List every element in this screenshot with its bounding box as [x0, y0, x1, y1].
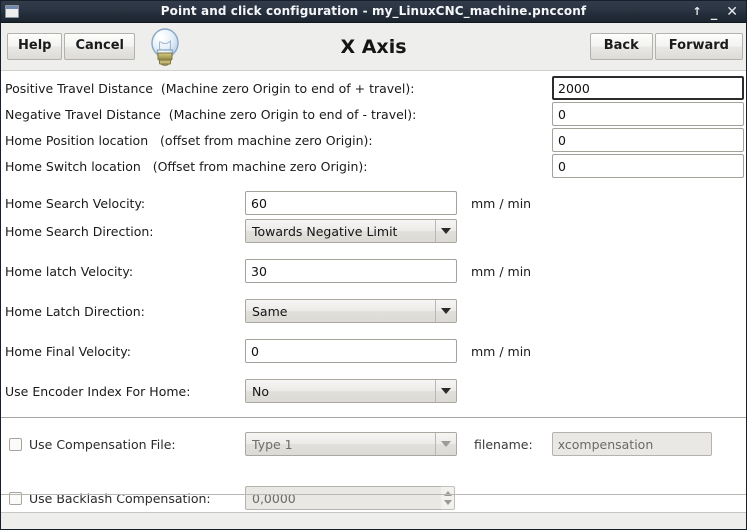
chevron-down-icon[interactable] [435, 380, 456, 402]
home-search-velocity-row: Home Search Velocity: 60 mm / min [1, 189, 746, 217]
spinner-down-icon[interactable] [443, 500, 452, 505]
chevron-down-icon[interactable] [435, 300, 456, 322]
window-title: Point and click configuration - my_Linux… [160, 4, 587, 18]
section-divider [1, 417, 746, 418]
encoder-index-select[interactable]: No [245, 379, 457, 403]
table-row: Negative Travel Distance (Machine zero O… [1, 101, 746, 127]
negative-travel-input[interactable]: 0 [552, 102, 744, 126]
compensation-section: Use Compensation File: Type 1 filename: … [1, 429, 746, 512]
forward-button[interactable]: Forward [654, 33, 743, 60]
home-switch-label: Home Switch location (Offset from machin… [5, 158, 368, 174]
compensation-filename-input[interactable]: xcompensation [551, 432, 712, 456]
home-latch-direction-label: Home Latch Direction: [5, 303, 145, 319]
table-row: Home Position location (offset from mach… [1, 127, 746, 153]
home-latch-velocity-input[interactable]: 30 [245, 259, 457, 283]
backlash-value-input[interactable]: 0,0000 [245, 486, 441, 510]
home-search-direction-value: Towards Negative Limit [252, 223, 398, 239]
positive-travel-input[interactable]: 2000 [552, 76, 744, 100]
compensation-type-select[interactable]: Type 1 [245, 432, 457, 456]
positive-travel-label: Positive Travel Distance (Machine zero O… [5, 80, 415, 96]
home-position-input[interactable]: 0 [552, 128, 744, 152]
use-compensation-file-checkbox[interactable] [9, 437, 22, 451]
chevron-down-icon[interactable] [435, 433, 456, 455]
home-final-velocity-unit: mm / min [471, 343, 532, 359]
home-position-label: Home Position location (offset from mach… [5, 132, 373, 148]
backlash-spinner[interactable]: 0,0000 [245, 486, 455, 510]
home-search-direction-label: Home Search Direction: [5, 223, 154, 239]
toolbar: Help Cancel X Axis Back Forward [1, 23, 746, 71]
home-latch-velocity-row: Home latch Velocity: 30 mm / min [1, 257, 746, 285]
homing-section: Home Search Velocity: 60 mm / min Home S… [1, 189, 746, 405]
lightbulb-icon[interactable] [143, 25, 187, 69]
home-search-direction-row: Home Search Direction: Towards Negative … [1, 217, 746, 245]
home-search-velocity-unit: mm / min [471, 195, 532, 211]
compensation-type-value: Type 1 [252, 436, 293, 452]
filename-label: filename: [474, 436, 533, 452]
back-button[interactable]: Back [589, 33, 653, 60]
encoder-index-value: No [252, 383, 269, 399]
home-final-velocity-row: Home Final Velocity: 0 mm / min [1, 337, 746, 365]
backlash-spinner-buttons[interactable] [441, 486, 455, 510]
encoder-index-label: Use Encoder Index For Home: [5, 383, 191, 399]
home-latch-velocity-unit: mm / min [471, 263, 532, 279]
use-backlash-row: Use Backlash Compensation: 0,0000 [1, 483, 746, 512]
travel-section: Positive Travel Distance (Machine zero O… [1, 75, 746, 179]
home-final-velocity-input[interactable]: 0 [245, 339, 457, 363]
home-switch-input[interactable]: 0 [552, 154, 744, 178]
application-window: Point and click configuration - my_Linux… [0, 0, 747, 530]
home-search-velocity-input[interactable]: 60 [245, 191, 457, 215]
window-controls: ↑ _ ✕ [693, 5, 746, 21]
toolbar-left-group: Help Cancel [7, 25, 187, 69]
table-row: Positive Travel Distance (Machine zero O… [1, 75, 746, 101]
toolbar-right-group: Back Forward [589, 33, 743, 60]
home-latch-direction-row: Home Latch Direction: Same [1, 297, 746, 325]
home-latch-velocity-label: Home latch Velocity: [5, 263, 134, 279]
main-content: Positive Travel Distance (Machine zero O… [1, 71, 746, 512]
close-button[interactable]: ✕ [726, 5, 738, 19]
use-compensation-file-row: Use Compensation File: Type 1 filename: … [1, 429, 746, 459]
bottom-divider [1, 494, 746, 495]
encoder-index-row: Use Encoder Index For Home: No [1, 377, 746, 405]
home-search-velocity-label: Home Search Velocity: [5, 195, 146, 211]
shade-button[interactable]: ↑ [693, 6, 702, 17]
cancel-button[interactable]: Cancel [64, 33, 136, 60]
table-row: Home Switch location (Offset from machin… [1, 153, 746, 179]
home-latch-direction-select[interactable]: Same [245, 299, 457, 323]
home-final-velocity-label: Home Final Velocity: [5, 343, 132, 359]
negative-travel-label: Negative Travel Distance (Machine zero O… [5, 106, 417, 122]
help-button[interactable]: Help [7, 33, 63, 60]
status-bar [1, 512, 746, 529]
window-icon [5, 5, 19, 18]
title-bar: Point and click configuration - my_Linux… [1, 1, 746, 23]
chevron-down-icon[interactable] [435, 220, 456, 242]
minimize-button[interactable]: _ [711, 7, 718, 20]
home-latch-direction-value: Same [252, 303, 288, 319]
use-backlash-label: Use Backlash Compensation: [29, 490, 211, 506]
use-compensation-file-label: Use Compensation File: [29, 436, 176, 452]
home-search-direction-select[interactable]: Towards Negative Limit [245, 219, 457, 243]
